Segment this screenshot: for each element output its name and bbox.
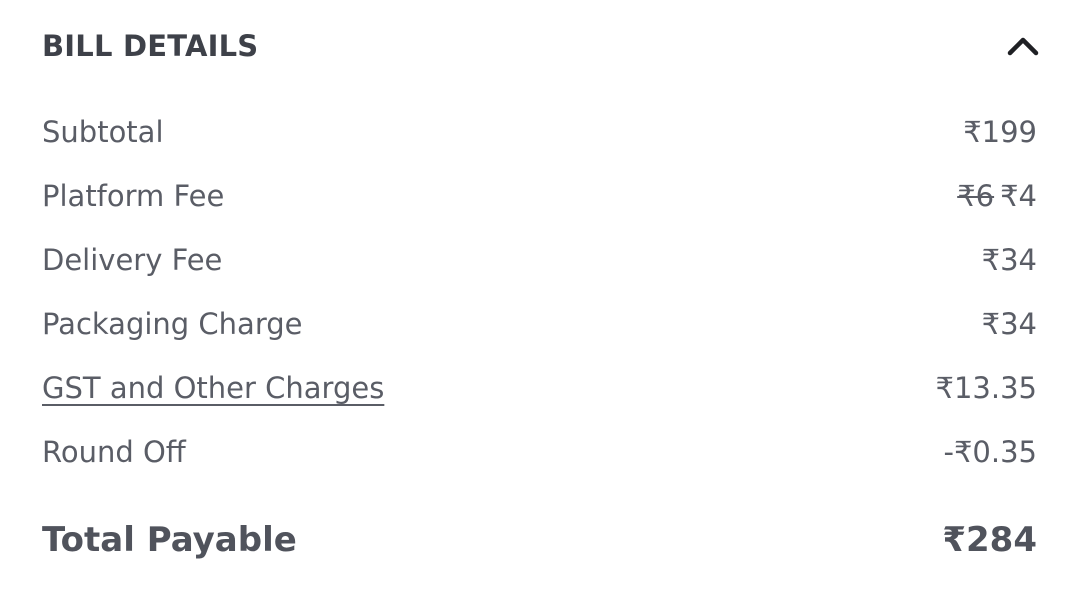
gst-and-other-charges-link[interactable]: GST and Other Charges <box>42 371 384 405</box>
platform-fee-original-value: ₹6 <box>957 179 995 213</box>
bill-row-packaging-charge: Packaging Charge ₹34 <box>42 292 1037 356</box>
total-payable-value: ₹284 <box>942 520 1037 560</box>
bill-details-title: BILL DETAILS <box>42 29 259 63</box>
bill-row-gst: GST and Other Charges ₹13.35 <box>42 356 1037 420</box>
delivery-fee-value: ₹34 <box>981 243 1037 277</box>
round-off-label: Round Off <box>42 435 186 469</box>
total-payable-row: Total Payable ₹284 <box>42 508 1037 572</box>
chevron-up-icon[interactable] <box>1003 26 1043 66</box>
bill-row-round-off: Round Off -₹0.35 <box>42 420 1037 484</box>
total-payable-label: Total Payable <box>42 520 297 560</box>
packaging-charge-label: Packaging Charge <box>42 307 303 341</box>
platform-fee-value-group: ₹6 ₹4 <box>957 179 1037 213</box>
bill-row-delivery-fee: Delivery Fee ₹34 <box>42 228 1037 292</box>
platform-fee-label: Platform Fee <box>42 179 225 213</box>
bill-row-subtotal: Subtotal ₹199 <box>42 100 1037 164</box>
bill-row-platform-fee: Platform Fee ₹6 ₹4 <box>42 164 1037 228</box>
bill-details-header[interactable]: BILL DETAILS <box>42 18 1039 74</box>
bill-rows: Subtotal ₹199 Platform Fee ₹6 ₹4 Delivery… <box>42 100 1037 484</box>
round-off-value: -₹0.35 <box>943 435 1038 469</box>
platform-fee-value: ₹4 <box>1000 179 1037 213</box>
bill-details-panel: BILL DETAILS Subtotal ₹199 Platform Fee … <box>0 0 1079 592</box>
gst-value: ₹13.35 <box>935 371 1037 405</box>
delivery-fee-label: Delivery Fee <box>42 243 223 277</box>
subtotal-label: Subtotal <box>42 115 164 149</box>
subtotal-value: ₹199 <box>963 115 1037 149</box>
packaging-charge-value: ₹34 <box>981 307 1037 341</box>
